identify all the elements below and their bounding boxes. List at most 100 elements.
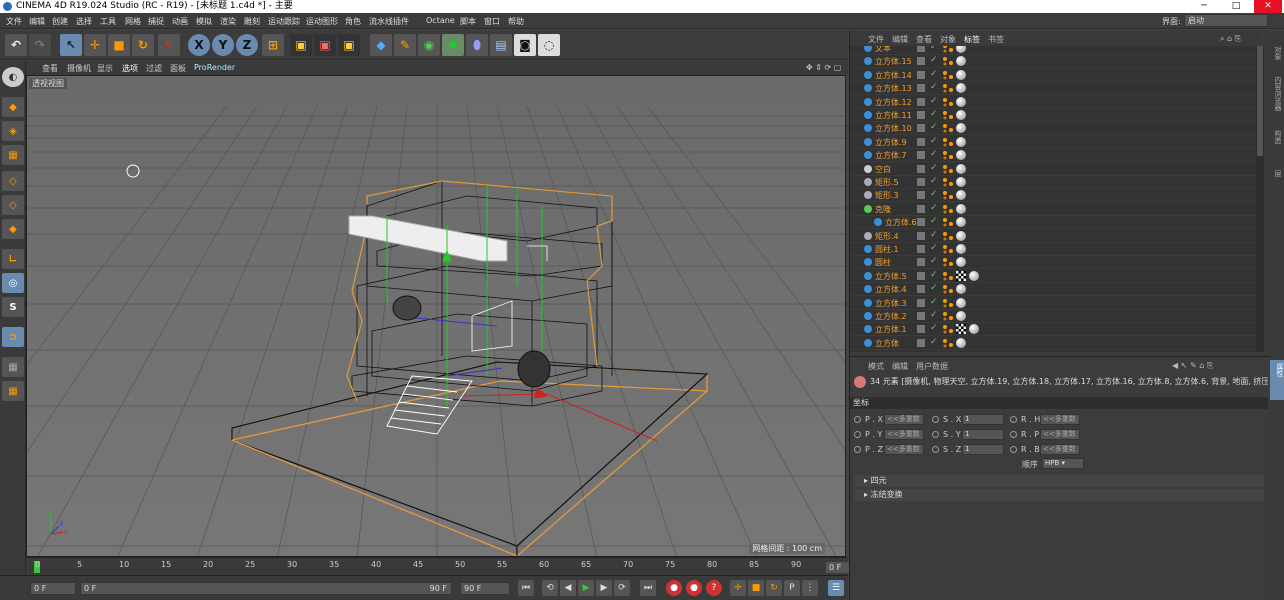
edges-mode-icon[interactable]: ◇ [2, 195, 24, 215]
material-tag-icon[interactable] [956, 297, 966, 308]
viewport-nav-icon[interactable]: ✥ ⇕ ⟳ ▢ [806, 63, 841, 72]
visibility-icon[interactable] [917, 191, 925, 200]
animate-radio[interactable] [1010, 431, 1017, 438]
object-manager-tab[interactable]: 标签 [964, 34, 980, 45]
material-tag-icon[interactable] [956, 337, 966, 348]
viewport-menu-item[interactable]: 选项 [122, 63, 138, 74]
material-tag-icon[interactable] [956, 123, 966, 134]
material-tag-icon[interactable] [956, 311, 966, 321]
planar-workplane-icon[interactable]: ▦ [2, 381, 24, 401]
points-mode-icon[interactable]: ◇ [2, 171, 24, 191]
coordinate-system-icon[interactable]: ⊞ [262, 34, 284, 56]
viewport-menu-item[interactable]: 过滤 [146, 63, 162, 74]
x-axis-lock-icon[interactable]: X [188, 34, 210, 56]
object-row[interactable]: 立方体.9 ✓ [850, 136, 1255, 149]
material-tag-icon[interactable] [956, 46, 966, 53]
phong-tag-icon[interactable] [942, 298, 954, 308]
phong-tag-icon[interactable] [942, 271, 954, 281]
attribute-tab[interactable]: 用户数据 [916, 361, 948, 372]
viewport-menu-item[interactable]: 面板 [170, 63, 186, 74]
move-icon[interactable]: ✛ [84, 34, 106, 56]
visibility-icon[interactable] [917, 231, 925, 240]
enabled-check-icon[interactable]: ✓ [930, 46, 938, 52]
side-tab[interactable]: 层 [1272, 170, 1283, 177]
menu-item[interactable]: 网格 [125, 16, 141, 27]
animate-radio[interactable] [854, 446, 861, 453]
coord-field[interactable]: <<多重数 [884, 429, 924, 440]
enabled-check-icon[interactable]: ✓ [930, 136, 938, 146]
go-start-icon[interactable]: ⏮ [518, 580, 534, 596]
visibility-icon[interactable] [917, 258, 925, 267]
material-tag-icon[interactable] [956, 177, 966, 187]
keyframe-selection-icon[interactable]: ? [706, 580, 722, 596]
deformer-icon[interactable]: ⬮ [466, 34, 488, 56]
key-scale-icon[interactable]: ■ [748, 580, 764, 596]
undo-icon[interactable]: ↶ [5, 34, 27, 56]
enabled-check-icon[interactable]: ✓ [930, 122, 938, 132]
menu-item[interactable]: 模拟 [196, 16, 212, 27]
enabled-check-icon[interactable]: ✓ [930, 310, 938, 320]
material-tag-icon[interactable] [956, 217, 966, 228]
freeze-transform-section[interactable]: ▸ 冻结变换 [854, 489, 1264, 501]
play-icon[interactable]: ▶ [578, 580, 594, 596]
go-end-icon[interactable]: ⏭ [640, 580, 656, 596]
object-row[interactable]: 立方体.13 ✓ [850, 82, 1255, 96]
visibility-icon[interactable] [917, 151, 925, 160]
rotate-icon[interactable]: ↻ [132, 34, 154, 56]
render-picture-viewer-icon[interactable]: ▣ [314, 34, 336, 56]
perspective-viewport[interactable]: y x z 透视视图 网格间距 : 100 cm [26, 75, 846, 557]
enabled-check-icon[interactable]: ✓ [930, 176, 938, 186]
visibility-icon[interactable] [917, 97, 925, 106]
phong-tag-icon[interactable] [942, 70, 954, 80]
object-row[interactable]: 立方体.14 ✓ [850, 69, 1255, 82]
phong-tag-icon[interactable] [942, 164, 954, 174]
enabled-check-icon[interactable]: ✓ [930, 163, 938, 173]
phong-tag-icon[interactable] [942, 338, 954, 348]
visibility-icon[interactable] [917, 178, 925, 186]
attribute-tab[interactable]: 模式 [868, 361, 884, 372]
object-row[interactable]: 立方体.11 ✓ [850, 109, 1255, 122]
menu-item[interactable]: 渲染 [220, 16, 236, 27]
object-row[interactable]: 圆柱 ✓ [850, 256, 1255, 270]
phong-tag-icon[interactable] [942, 56, 954, 66]
pen-spline-icon[interactable]: ✎ [394, 34, 416, 56]
menu-item[interactable]: Octane [426, 16, 455, 25]
animate-radio[interactable] [932, 446, 939, 453]
floor-icon[interactable]: ▤ [490, 34, 512, 56]
menu-item[interactable]: 选择 [76, 16, 92, 27]
render-settings-icon[interactable]: ▣ [338, 34, 360, 56]
minimize-button[interactable]: ─ [1190, 0, 1218, 13]
layout-select[interactable]: 启动 [1184, 14, 1268, 27]
coord-field[interactable]: <<多重数 [884, 444, 924, 455]
side-tab[interactable]: 构造 [1272, 130, 1283, 144]
scrollbar-thumb[interactable] [1257, 46, 1263, 156]
phong-tag-icon[interactable] [942, 311, 954, 321]
key-pla-icon[interactable]: ⋮ [802, 580, 818, 596]
object-row[interactable]: 立方体.12 ✓ [850, 96, 1255, 109]
material-tag-icon[interactable] [956, 56, 966, 67]
phong-tag-icon[interactable] [942, 150, 954, 160]
phong-tag-icon[interactable] [942, 257, 954, 267]
coord-field[interactable]: 1 [962, 414, 1004, 425]
timeline-layout-icon[interactable]: ☰ [828, 580, 844, 596]
material-tag-icon[interactable] [969, 324, 979, 335]
enabled-check-icon[interactable]: ✓ [930, 323, 938, 333]
object-row[interactable]: 立方体.5 ✓ [850, 270, 1255, 283]
material-tag-icon[interactable] [956, 190, 966, 201]
material-tag-icon[interactable] [956, 270, 966, 281]
start-frame-field[interactable]: 0 F [30, 582, 76, 595]
quaternion-section[interactable]: ▸ 四元 [854, 475, 1264, 487]
menu-item[interactable]: 创建 [52, 16, 68, 27]
visibility-icon[interactable] [917, 245, 925, 253]
phong-tag-icon[interactable] [942, 324, 954, 334]
attribute-tab[interactable]: 编辑 [892, 361, 908, 372]
phong-tag-icon[interactable] [942, 137, 954, 147]
object-row[interactable]: 文本 ✓ [850, 46, 1255, 55]
material-tag-icon[interactable] [956, 257, 966, 268]
material-tag-icon[interactable] [956, 284, 966, 295]
key-position-icon[interactable]: ✛ [730, 580, 746, 596]
object-row[interactable]: 克隆 ✓ [850, 203, 1255, 216]
enabled-check-icon[interactable]: ✓ [930, 230, 938, 240]
visibility-icon[interactable] [917, 298, 925, 307]
visibility-icon[interactable] [917, 285, 925, 294]
